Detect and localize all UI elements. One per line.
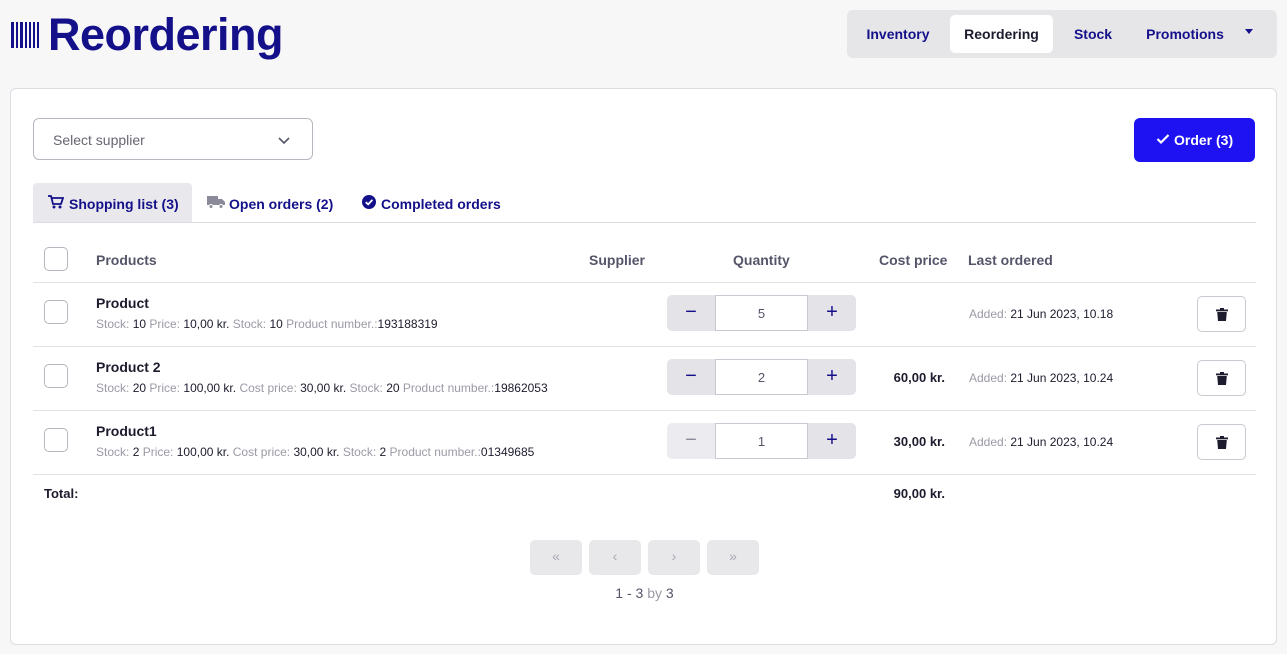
nav-tab-stock[interactable]: Stock	[1059, 15, 1127, 53]
column-header-cost-price[interactable]: Cost price	[879, 252, 947, 268]
nav-tab-inventory[interactable]: Inventory	[852, 15, 944, 53]
tab-open-orders[interactable]: Open orders (2)	[198, 183, 348, 222]
cost-price: 60,00 kr.	[893, 370, 945, 385]
divider	[33, 282, 1256, 283]
nav-tab-promotions[interactable]: Promotions	[1133, 15, 1237, 53]
last-page-button[interactable]: »	[707, 540, 759, 575]
last-ordered: Added: 21 Jun 2023, 10.24	[969, 371, 1114, 385]
cart-icon	[48, 195, 64, 209]
increase-quantity-button[interactable]: +	[808, 423, 856, 459]
tab-completed-orders[interactable]: Completed orders	[354, 183, 514, 222]
last-ordered: Added: 21 Jun 2023, 10.18	[969, 307, 1114, 321]
supplier-select[interactable]: Select supplier	[33, 118, 313, 160]
quantity-input[interactable]	[715, 359, 808, 395]
quantity-stepper: − +	[667, 423, 856, 459]
column-header-quantity[interactable]: Quantity	[733, 252, 790, 268]
supplier-select-placeholder: Select supplier	[53, 132, 145, 148]
divider	[33, 346, 1256, 347]
chevron-down-icon	[278, 137, 290, 145]
divider	[33, 474, 1256, 475]
row-checkbox[interactable]	[44, 300, 68, 324]
column-header-last-ordered[interactable]: Last ordered	[968, 252, 1053, 268]
tab-open-orders-label: Open orders (2)	[229, 196, 334, 212]
last-ordered: Added: 21 Jun 2023, 10.24	[969, 435, 1114, 449]
product-name: Product	[96, 295, 149, 311]
increase-quantity-button[interactable]: +	[808, 359, 856, 395]
list-tabs: Shopping list (3) Open orders (2) Comple…	[33, 183, 1256, 223]
order-button[interactable]: Order (3)	[1134, 118, 1255, 162]
product-name: Product 2	[96, 359, 161, 375]
header: Reordering Inventory Reordering Stock Pr…	[0, 0, 1287, 80]
product-meta: Stock: 2 Price: 100,00 kr. Cost price: 3…	[96, 445, 535, 459]
top-nav: Inventory Reordering Stock Promotions	[847, 10, 1277, 58]
column-header-products[interactable]: Products	[96, 252, 157, 268]
trash-icon	[1216, 436, 1228, 449]
tab-completed-orders-label: Completed orders	[381, 196, 501, 212]
divider	[33, 410, 1256, 411]
barcode-icon	[11, 22, 39, 48]
trash-icon	[1216, 372, 1228, 385]
order-button-label: Order (3)	[1174, 132, 1234, 148]
product-meta: Stock: 20 Price: 100,00 kr. Cost price: …	[96, 381, 548, 395]
increase-quantity-button[interactable]: +	[808, 295, 856, 331]
pagination-info: 1 - 3 by 3	[615, 585, 674, 601]
total-value: 90,00 kr.	[893, 486, 945, 501]
quantity-input[interactable]	[715, 423, 808, 459]
decrease-quantity-button[interactable]: −	[667, 295, 715, 331]
product-meta: Stock: 10 Price: 10,00 kr. Stock: 10 Pro…	[96, 317, 438, 331]
trash-icon	[1216, 308, 1228, 321]
tab-shopping-list-label: Shopping list (3)	[69, 196, 179, 212]
row-checkbox[interactable]	[44, 428, 68, 452]
tab-shopping-list[interactable]: Shopping list (3)	[33, 183, 192, 222]
decrease-quantity-button[interactable]: −	[667, 359, 715, 395]
quantity-stepper: − +	[667, 295, 856, 331]
first-page-button[interactable]: «	[530, 540, 582, 575]
check-icon	[1156, 134, 1170, 145]
page-title: Reordering	[48, 9, 284, 60]
delete-button[interactable]	[1197, 360, 1246, 396]
product-name: Product1	[96, 423, 157, 439]
total-label: Total:	[44, 486, 79, 501]
row-checkbox[interactable]	[44, 364, 68, 388]
cost-price: 30,00 kr.	[893, 434, 945, 449]
reorder-card: Select supplier Order (3) Shopping list …	[10, 88, 1277, 645]
nav-tab-reordering[interactable]: Reordering	[950, 15, 1053, 53]
quantity-stepper: − +	[667, 359, 856, 395]
column-header-supplier[interactable]: Supplier	[589, 252, 645, 268]
quantity-input[interactable]	[715, 295, 808, 331]
check-circle-icon	[362, 195, 376, 209]
caret-down-icon[interactable]	[1245, 29, 1253, 34]
next-page-button[interactable]: ›	[648, 540, 700, 575]
select-all-checkbox[interactable]	[44, 247, 68, 271]
previous-page-button[interactable]: ‹	[589, 540, 641, 575]
delete-button[interactable]	[1197, 424, 1246, 460]
decrease-quantity-button[interactable]: −	[667, 423, 715, 459]
truck-icon	[207, 196, 225, 209]
delete-button[interactable]	[1197, 296, 1246, 332]
